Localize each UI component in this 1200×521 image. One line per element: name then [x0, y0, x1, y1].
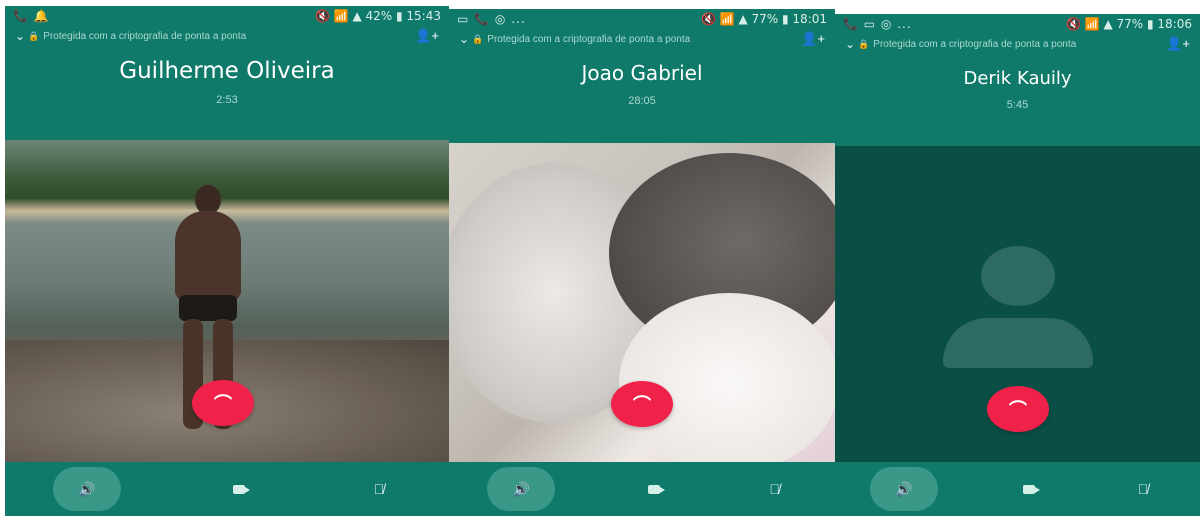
lock-icon: 🔒	[858, 38, 870, 49]
call-duration: 5:45	[1006, 99, 1029, 111]
encryption-row: ⌄ 🔒 Protegida com a criptografia de pont…	[449, 29, 835, 49]
encryption-text: Protegida com a criptografia de ponta a …	[873, 38, 1077, 50]
chevron-down-icon[interactable]: ⌄	[459, 32, 469, 46]
chevron-down-icon[interactable]: ⌄	[845, 37, 855, 51]
video-button[interactable]	[217, 467, 261, 511]
avatar-head	[980, 246, 1055, 306]
person-shorts	[179, 295, 237, 321]
status-right-info: 🔇 📶 ▲ 42% ▮ 15:43	[314, 9, 441, 23]
person-torso	[175, 211, 241, 301]
end-call-button[interactable]: ⌒	[611, 381, 673, 427]
status-left-icons: ▭ 📞 ◎ ...	[457, 12, 526, 26]
caller-name: Guilherme Oliveira	[119, 58, 335, 84]
add-participant-icon[interactable]: 👤+	[415, 28, 439, 44]
status-left-icons: 📞 🔔	[13, 9, 50, 23]
call-header: ⌄ 🔒 Protegida com a criptografia de pont…	[835, 34, 1200, 111]
speaker-button[interactable]: 🔊	[869, 467, 938, 511]
video-icon	[647, 484, 665, 494]
video-button[interactable]	[632, 467, 676, 511]
status-left-icons: 📞 ▭ ◎ ...	[843, 17, 912, 31]
speaker-button[interactable]: 🔊	[487, 467, 556, 511]
video-button[interactable]	[1007, 467, 1051, 511]
call-controls: 🔊 🎙̸	[449, 462, 835, 516]
chevron-down-icon[interactable]: ⌄	[15, 29, 25, 43]
video-icon	[233, 484, 250, 494]
call-duration: 28:05	[628, 95, 656, 107]
call-controls: 🔊 🎙̸	[5, 462, 449, 516]
call-screen-joao: ▭ 📞 ◎ ... 🔇 📶 ▲ 77% ▮ 18:01 ⌄ 🔒 Protegid…	[449, 9, 835, 516]
status-right-info: 🔇 📶 ▲ 77% ▮ 18:01	[700, 12, 827, 26]
speaker-icon: 🔊	[512, 480, 531, 497]
avatar-body	[942, 318, 1093, 368]
caller-name: Derik Kauily	[963, 68, 1072, 89]
encryption-row: ⌄ 🔒 Protegida com a criptografia de pont…	[835, 34, 1200, 54]
screenshot-collage: 📞 🔔 🔇 📶 ▲ 42% ▮ 15:43 ⌄ 🔒 Protegida com …	[0, 0, 1200, 521]
call-screen-derik: 📞 ▭ ◎ ... 🔇 📶 ▲ 77% ▮ 18:06 ⌄ 🔒 Protegid…	[835, 14, 1200, 516]
hang-up-icon: ⌒	[1009, 400, 1027, 420]
call-screen-guilherme: 📞 🔔 🔇 📶 ▲ 42% ▮ 15:43 ⌄ 🔒 Protegida com …	[5, 6, 449, 516]
encryption-row: ⌄ 🔒 Protegida com a criptografia de pont…	[5, 26, 449, 46]
add-participant-icon[interactable]: 👤+	[801, 31, 825, 47]
mute-icon: 🎙̸	[769, 481, 780, 497]
encryption-text: Protegida com a criptografia de ponta a …	[487, 33, 691, 45]
call-controls: 🔊 🎙̸	[835, 462, 1200, 516]
white-cat-shape	[619, 293, 835, 464]
video-icon	[1023, 484, 1041, 494]
mute-button[interactable]: 🎙̸	[357, 467, 401, 511]
mute-button[interactable]: 🎙̸	[1121, 467, 1165, 511]
lock-icon: 🔒	[28, 30, 40, 41]
speaker-icon: 🔊	[78, 480, 96, 497]
encryption-text: Protegida com a criptografia de ponta a …	[43, 30, 247, 42]
status-bar: ▭ 📞 ◎ ... 🔇 📶 ▲ 77% ▮ 18:01	[449, 9, 835, 29]
status-bar: 📞 🔔 🔇 📶 ▲ 42% ▮ 15:43	[5, 6, 449, 26]
end-call-button[interactable]: ⌒	[192, 380, 254, 426]
mute-button[interactable]: 🎙̸	[753, 467, 797, 511]
mute-icon: 🎙̸	[1137, 481, 1149, 497]
speaker-button[interactable]: 🔊	[53, 467, 121, 511]
speaker-icon: 🔊	[895, 480, 913, 497]
caller-name: Joao Gabriel	[581, 61, 703, 85]
add-participant-icon[interactable]: 👤+	[1166, 36, 1190, 52]
hang-up-icon: ⌒	[633, 395, 651, 415]
call-header: ⌄ 🔒 Protegida com a criptografia de pont…	[5, 26, 449, 106]
call-header: ⌄ 🔒 Protegida com a criptografia de pont…	[449, 29, 835, 107]
mute-icon: 🎙̸	[373, 481, 385, 497]
default-avatar-icon	[938, 246, 1098, 376]
lock-icon: 🔒	[472, 33, 484, 44]
end-call-button[interactable]: ⌒	[987, 386, 1049, 432]
hang-up-icon: ⌒	[214, 394, 232, 414]
call-duration: 2:53	[216, 94, 238, 106]
status-bar: 📞 ▭ ◎ ... 🔇 📶 ▲ 77% ▮ 18:06	[835, 14, 1200, 34]
status-right-info: 🔇 📶 ▲ 77% ▮ 18:06	[1065, 17, 1192, 31]
